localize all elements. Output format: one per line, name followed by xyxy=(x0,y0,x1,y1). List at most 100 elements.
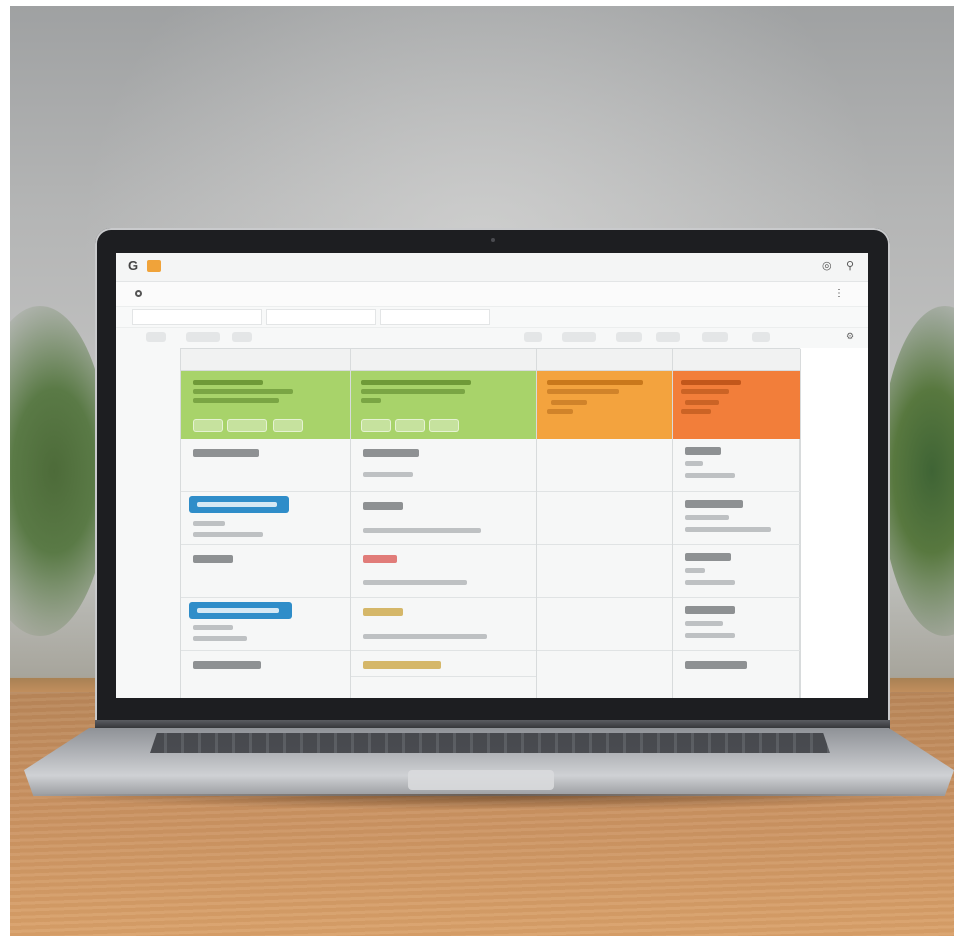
item-sub xyxy=(193,521,225,526)
card-line xyxy=(547,389,619,394)
laptop-screen: G ◎ ⚲ ⋮ ⚙ xyxy=(116,253,868,698)
item-title xyxy=(685,553,731,561)
action-button[interactable] xyxy=(189,602,292,619)
board-column-4 xyxy=(673,349,801,698)
laptop-shadow xyxy=(20,794,959,810)
tab-bar xyxy=(116,307,868,328)
card-line xyxy=(361,398,381,403)
item-title xyxy=(685,447,721,455)
laptop-keyboard xyxy=(150,733,830,753)
filter-chip[interactable] xyxy=(232,332,252,342)
list-item[interactable] xyxy=(673,651,800,698)
webcam xyxy=(491,238,495,242)
tab-2[interactable] xyxy=(266,309,376,325)
item-sub xyxy=(363,634,487,639)
search-icon[interactable]: ⚲ xyxy=(846,260,858,272)
item-sub xyxy=(685,633,735,638)
item-title xyxy=(363,555,397,563)
list-item[interactable] xyxy=(673,598,800,651)
laptop-trackpad[interactable] xyxy=(408,770,554,790)
list-item[interactable] xyxy=(181,439,350,492)
card-line xyxy=(547,380,643,385)
item-sub xyxy=(685,568,705,573)
card-line xyxy=(681,389,729,394)
filter-chip[interactable] xyxy=(186,332,220,342)
kanban-board xyxy=(180,348,801,698)
card-action-button[interactable] xyxy=(395,419,425,432)
list-item[interactable] xyxy=(351,545,536,598)
item-sub xyxy=(193,636,247,641)
list-item[interactable] xyxy=(181,492,350,545)
record-icon[interactable] xyxy=(135,290,142,297)
list-item[interactable] xyxy=(181,545,350,598)
item-title xyxy=(685,500,743,508)
featured-card[interactable] xyxy=(181,371,350,439)
list-item[interactable] xyxy=(351,439,536,492)
item-sub xyxy=(193,532,263,537)
menu-options-icon[interactable]: ⋮ xyxy=(834,287,858,301)
filter-toolbar xyxy=(116,328,868,346)
card-action-button[interactable] xyxy=(273,419,303,432)
card-line xyxy=(193,389,293,394)
card-action-button[interactable] xyxy=(361,419,391,432)
item-sub xyxy=(685,461,703,466)
tab-1[interactable] xyxy=(132,309,262,325)
card-line xyxy=(361,389,465,394)
list-item[interactable] xyxy=(673,439,800,492)
menu-bar: ⋮ xyxy=(116,282,868,307)
item-sub xyxy=(685,515,729,520)
column-header xyxy=(673,349,800,371)
item-sub xyxy=(363,528,481,533)
empty-slot xyxy=(537,545,672,598)
list-item[interactable] xyxy=(673,492,800,545)
settings-icon[interactable]: ⚙ xyxy=(846,331,856,341)
filter-chip[interactable] xyxy=(752,332,770,342)
filter-chip[interactable] xyxy=(524,332,542,342)
item-sub xyxy=(363,580,467,585)
empty-slot xyxy=(537,492,672,545)
action-button[interactable] xyxy=(189,496,289,513)
list-item[interactable] xyxy=(181,651,350,698)
list-item[interactable] xyxy=(351,492,536,545)
g-logo-icon: G xyxy=(128,258,139,273)
card-action-button[interactable] xyxy=(193,419,223,432)
card-line xyxy=(193,398,279,403)
account-icon[interactable]: ◎ xyxy=(822,260,834,272)
list-item[interactable] xyxy=(351,651,536,677)
column-header xyxy=(537,349,672,371)
item-title xyxy=(193,661,261,669)
title-bar: G ◎ ⚲ xyxy=(116,253,868,282)
filter-chip[interactable] xyxy=(562,332,596,342)
filter-chip[interactable] xyxy=(702,332,728,342)
featured-card[interactable] xyxy=(673,371,800,439)
card-line xyxy=(681,409,711,414)
card-line xyxy=(361,380,471,385)
item-sub xyxy=(363,472,413,477)
tab-3[interactable] xyxy=(380,309,490,325)
menu-item-1[interactable] xyxy=(150,287,210,301)
item-sub xyxy=(685,527,771,532)
item-title xyxy=(193,449,259,457)
board-column-2 xyxy=(351,349,537,698)
card-line xyxy=(193,380,263,385)
app-badge-icon xyxy=(147,260,161,272)
featured-card[interactable] xyxy=(537,371,672,439)
filter-chip[interactable] xyxy=(656,332,680,342)
card-line xyxy=(547,409,573,414)
item-sub xyxy=(685,473,735,478)
item-sub xyxy=(193,625,233,630)
menu-item-2[interactable] xyxy=(222,287,272,301)
list-item[interactable] xyxy=(351,598,536,651)
card-line xyxy=(551,400,587,405)
featured-card[interactable] xyxy=(351,371,536,439)
filter-chip[interactable] xyxy=(146,332,166,342)
board-column-1 xyxy=(181,349,351,698)
card-action-button[interactable] xyxy=(429,419,459,432)
item-title xyxy=(363,502,403,510)
right-margin-panel xyxy=(801,348,868,698)
list-item[interactable] xyxy=(673,545,800,598)
item-title xyxy=(685,661,747,669)
list-item[interactable] xyxy=(181,598,350,651)
card-action-button[interactable] xyxy=(227,419,267,432)
filter-chip[interactable] xyxy=(616,332,642,342)
